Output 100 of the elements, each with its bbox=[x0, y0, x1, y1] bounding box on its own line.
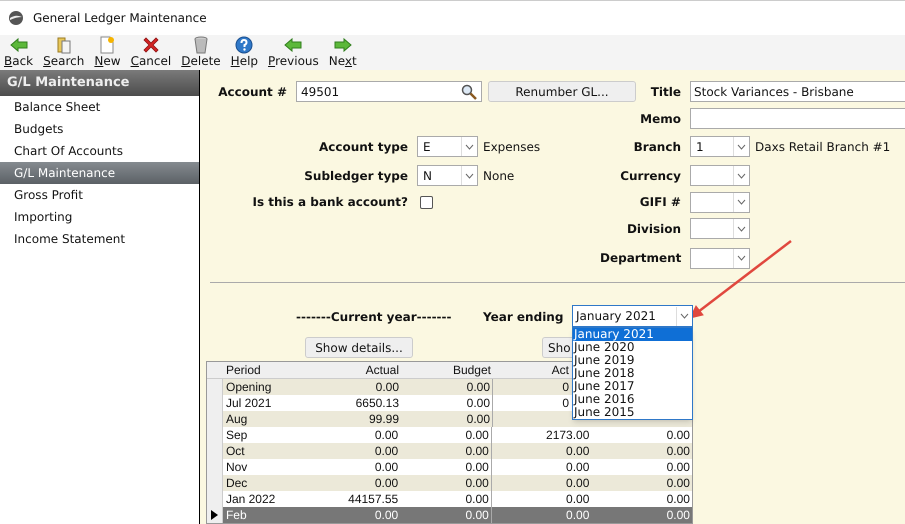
field-label: GIFI # bbox=[638, 194, 682, 211]
table-cell-text: 2173.00 bbox=[545, 427, 590, 443]
sidebar-item[interactable]: Income Statement bbox=[0, 228, 199, 250]
window-title: General Ledger Maintenance bbox=[33, 10, 207, 27]
table-cell-text: Aug bbox=[225, 411, 248, 427]
toolbar-button[interactable]: Delete bbox=[181, 36, 221, 68]
toolbar-button[interactable]: Search bbox=[43, 36, 84, 68]
title-field[interactable]: Stock Variances - Brisbane bbox=[690, 81, 905, 102]
field-label: Subledger type bbox=[303, 168, 409, 184]
description-text: None bbox=[483, 168, 514, 184]
table-cell-text: 0.00 bbox=[666, 491, 691, 507]
field-label: Title bbox=[650, 84, 682, 100]
year-dropdown[interactable]: January 2021 bbox=[572, 305, 693, 327]
column-header[interactable]: Act bbox=[493, 362, 571, 378]
table-cell: 0.00 bbox=[400, 507, 492, 523]
table-cell-text: Sep bbox=[224, 427, 248, 443]
table-cell-text: Jul 2021 bbox=[225, 395, 272, 411]
toolbar-button[interactable]: New bbox=[94, 36, 121, 68]
field-label: Department bbox=[600, 250, 682, 267]
field-label: Division bbox=[626, 220, 682, 238]
sidebar-item[interactable]: Chart Of Accounts bbox=[0, 140, 199, 162]
description-text: Expenses bbox=[483, 138, 540, 156]
table-cell-text: Nov bbox=[224, 459, 248, 475]
table-row[interactable]: Feb 0.00 0.00 0.00 0.00 bbox=[207, 507, 692, 523]
toolbar-button[interactable]: Previous bbox=[268, 36, 319, 68]
table-cell-text: 0.00 bbox=[374, 443, 400, 459]
app-logo-icon bbox=[8, 10, 24, 26]
table-cell-text: 0.00 bbox=[666, 443, 691, 459]
field-label: Account # bbox=[217, 84, 288, 100]
sidebar-item[interactable]: Gross Profit bbox=[0, 184, 199, 206]
cross-icon bbox=[142, 36, 160, 54]
field-label: Year ending bbox=[483, 310, 564, 324]
dropdown-field[interactable] bbox=[690, 248, 750, 268]
field-label: Account type bbox=[318, 138, 409, 156]
trash-can-icon bbox=[192, 36, 210, 54]
dropdown-field[interactable]: 1 bbox=[690, 136, 750, 157]
show-button[interactable]: Sho bbox=[542, 337, 573, 358]
table-cell-text: Opening bbox=[225, 379, 272, 395]
table-row[interactable]: Jan 2022 44157.55 0.00 0.00 0.00 bbox=[207, 491, 692, 507]
column-header[interactable]: Budget bbox=[401, 362, 493, 378]
toolbar-button[interactable]: Back bbox=[4, 36, 34, 68]
memo-field[interactable] bbox=[690, 108, 905, 129]
dropdown-field[interactable]: E bbox=[417, 136, 478, 157]
table-row[interactable]: Nov 0.00 0.00 0.00 0.00 bbox=[207, 459, 692, 475]
dropdown-option[interactable]: June 2019 bbox=[573, 354, 692, 367]
field-label: Memo bbox=[639, 110, 682, 128]
column-header[interactable]: Period bbox=[223, 362, 301, 378]
dropdown-field[interactable]: N bbox=[417, 165, 478, 186]
sidebar-item[interactable]: G/L Maintenance bbox=[0, 162, 199, 184]
checkbox[interactable] bbox=[420, 196, 433, 208]
dropdown-field[interactable] bbox=[690, 165, 750, 186]
renumber-button[interactable]: Renumber GL... bbox=[488, 81, 636, 102]
sidebar-item[interactable]: Balance Sheet bbox=[0, 96, 199, 118]
table-cell-text: 44157.55 bbox=[347, 491, 400, 507]
table-row[interactable]: Dec 0.00 0.00 0.00 0.00 bbox=[207, 475, 692, 491]
current-row-icon bbox=[210, 510, 218, 520]
table-cell-text: 0.00 bbox=[374, 427, 400, 443]
table-cell-text: 0.00 bbox=[666, 459, 691, 475]
table-cell-text: 0.00 bbox=[565, 443, 590, 459]
dropdown-option[interactable]: June 2016 bbox=[573, 393, 692, 406]
description-text: Daxs Retail Branch #1 bbox=[755, 138, 890, 156]
table-cell-text: 6650.13 bbox=[354, 395, 400, 411]
sidebar-item[interactable]: Importing bbox=[0, 206, 199, 228]
dropdown-field[interactable] bbox=[690, 192, 750, 212]
table-cell-text: 0.00 bbox=[374, 507, 400, 523]
dropdown-option[interactable]: June 2018 bbox=[573, 367, 692, 380]
dropdown-field[interactable] bbox=[690, 218, 750, 239]
column-header[interactable]: Actual bbox=[301, 362, 401, 378]
table-cell-text: 0.00 bbox=[565, 475, 590, 491]
right-arrow-icon bbox=[334, 36, 352, 54]
table-cell-text: 0.00 bbox=[666, 507, 691, 523]
table-cell-text: Oct bbox=[224, 443, 246, 459]
table-row[interactable]: Oct 0.00 0.00 0.00 0.00 bbox=[207, 443, 692, 459]
toolbar-button[interactable]: Cancel bbox=[130, 36, 172, 68]
table-cell-text: 0.00 bbox=[666, 475, 691, 491]
sidebar-item[interactable]: Budgets bbox=[0, 118, 199, 140]
table-cell-text: 99.99 bbox=[368, 411, 400, 427]
table-cell-text: Dec bbox=[224, 475, 248, 491]
table-cell-text: 0.00 bbox=[565, 491, 590, 507]
table-cell-text: 0.00 bbox=[565, 459, 590, 475]
field-label: Currency bbox=[619, 168, 682, 184]
dropdown-option[interactable]: June 2020 bbox=[573, 341, 692, 354]
dropdown-option[interactable]: June 2017 bbox=[573, 380, 692, 393]
show-details-button[interactable]: Show details... bbox=[305, 337, 413, 358]
sidebar-header: G/L Maintenance bbox=[0, 70, 199, 96]
left-arrow-icon bbox=[10, 36, 28, 54]
table-cell-text: 0.00 bbox=[666, 427, 691, 443]
table-cell-text: Feb bbox=[224, 507, 248, 523]
table-cell-text: 0.00 bbox=[565, 507, 590, 523]
section-heading: -------Current year------- bbox=[296, 310, 452, 324]
toolbar-button[interactable]: Next bbox=[328, 36, 357, 68]
toolbar-button[interactable]: Help bbox=[230, 36, 258, 68]
search-icon[interactable] bbox=[461, 84, 477, 100]
table-row[interactable]: Sep 0.00 0.00 2173.00 0.00 bbox=[207, 427, 692, 443]
table-cell-text: 0.00 bbox=[374, 475, 400, 491]
table-cell-text: 0 bbox=[561, 379, 570, 395]
account-field[interactable]: 49501 bbox=[296, 81, 482, 102]
field-label: Branch bbox=[632, 138, 682, 156]
table-cell-text: 0.00 bbox=[374, 459, 400, 475]
dropdown-option[interactable]: January 2021 bbox=[573, 328, 692, 341]
